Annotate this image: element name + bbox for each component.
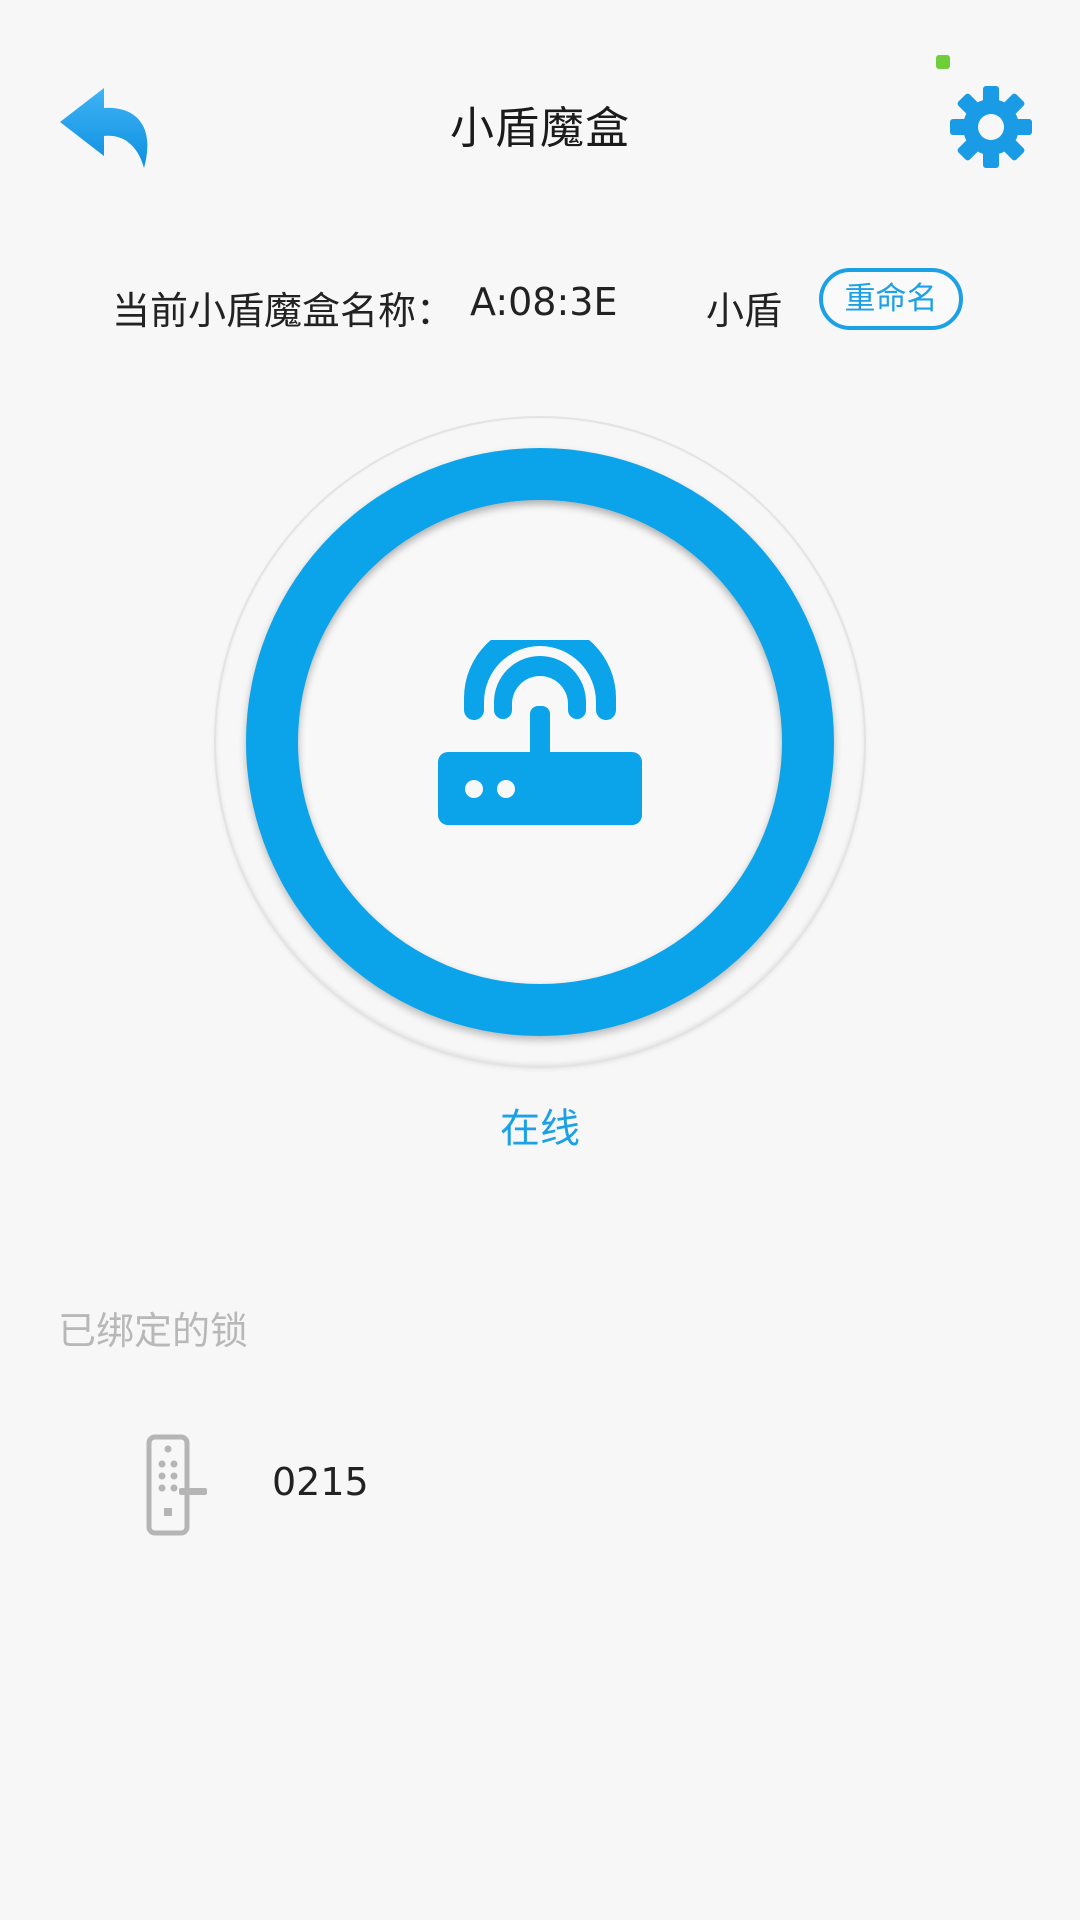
gear-icon [950, 86, 1032, 168]
device-name-label: 当前小盾魔盒名称： [112, 289, 455, 333]
list-item[interactable]: 0215 [0, 1420, 1080, 1550]
lock-name: 0215 [272, 1460, 369, 1504]
page-title: 小盾魔盒 [450, 103, 630, 154]
router-icon [438, 640, 642, 825]
rename-button[interactable]: 重命名 [819, 268, 963, 330]
status-indicator [936, 55, 950, 69]
bound-locks-title: 已绑定的锁 [58, 1309, 249, 1353]
door-lock-icon [146, 1434, 207, 1536]
device-name-value: A:08:3E [470, 280, 618, 324]
device-detail-page: 小盾魔盒 当前小盾魔盒名称： A:08:3E 小盾 重命名 在线 已绑定的锁 0… [0, 0, 1080, 1920]
settings-button[interactable] [948, 84, 1034, 170]
device-alias: 小盾 [706, 289, 783, 333]
online-status-text: 在线 [500, 1106, 580, 1152]
header: 小盾魔盒 [0, 0, 1080, 240]
device-name-row: 当前小盾魔盒名称： A:08:3E 小盾 重命名 [0, 262, 1080, 342]
